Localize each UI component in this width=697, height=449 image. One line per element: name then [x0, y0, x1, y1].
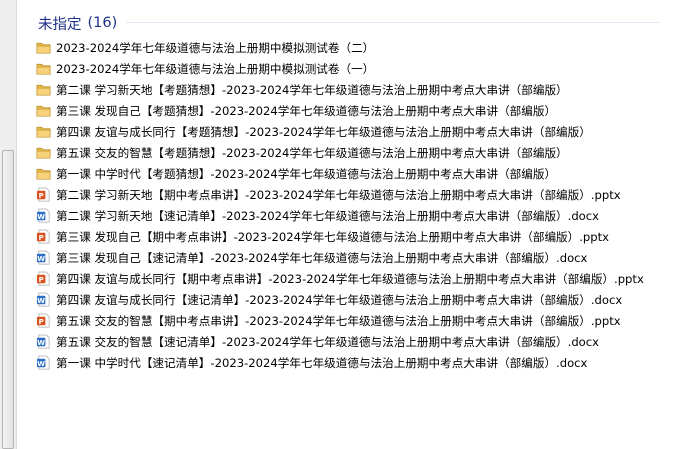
- file-list-item[interactable]: 2023-2024学年七年级道德与法治上册期中模拟测试卷（一）: [36, 58, 676, 79]
- vertical-scrollbar[interactable]: [0, 0, 17, 449]
- file-name: 第二课 学习新天地【速记清单】-2023-2024学年七年级道德与法治上册期中考…: [56, 208, 600, 223]
- group-title: 未指定: [38, 16, 82, 33]
- file-list-item[interactable]: 2023-2024学年七年级道德与法治上册期中模拟测试卷（二）: [36, 37, 676, 58]
- file-name: 2023-2024学年七年级道德与法治上册期中模拟测试卷（一）: [56, 61, 375, 76]
- folder-icon: [36, 61, 51, 76]
- file-list-item[interactable]: W 第四课 友谊与成长同行【速记清单】-2023-2024学年七年级道德与法治上册…: [36, 289, 676, 310]
- svg-text:P: P: [39, 233, 44, 242]
- word-file-icon: W: [36, 355, 51, 370]
- file-list-item[interactable]: P 第三课 发现自己【期中考点串讲】-2023-2024学年七年级道德与法治上册期…: [36, 226, 676, 247]
- file-list-item[interactable]: W 第三课 发现自己【速记清单】-2023-2024学年七年级道德与法治上册期中考…: [36, 247, 676, 268]
- file-name: 第五课 交友的智慧【考题猜想】-2023-2024学年七年级道德与法治上册期中考…: [56, 145, 568, 160]
- file-name: 第五课 交友的智慧【速记清单】-2023-2024学年七年级道德与法治上册期中考…: [56, 334, 600, 349]
- file-name: 第二课 学习新天地【期中考点串讲】-2023-2024学年七年级道德与法治上册期…: [56, 187, 621, 202]
- group-divider: [126, 22, 660, 23]
- file-list: 2023-2024学年七年级道德与法治上册期中模拟测试卷（二） 2023-2024…: [36, 37, 676, 373]
- folder-icon: [36, 103, 51, 118]
- svg-text:W: W: [37, 254, 45, 263]
- svg-text:W: W: [37, 296, 45, 305]
- file-list-item[interactable]: 第二课 学习新天地【考题猜想】-2023-2024学年七年级道德与法治上册期中考…: [36, 79, 676, 100]
- svg-text:P: P: [39, 191, 44, 200]
- powerpoint-file-icon: P: [36, 187, 51, 202]
- file-list-item[interactable]: P 第二课 学习新天地【期中考点串讲】-2023-2024学年七年级道德与法治上册…: [36, 184, 676, 205]
- file-list-item[interactable]: 第四课 友谊与成长同行【考题猜想】-2023-2024学年七年级道德与法治上册期…: [36, 121, 676, 142]
- file-list-item[interactable]: P 第四课 友谊与成长同行【期中考点串讲】-2023-2024学年七年级道德与法治…: [36, 268, 676, 289]
- file-name: 第四课 友谊与成长同行【考题猜想】-2023-2024学年七年级道德与法治上册期…: [56, 124, 591, 139]
- folder-icon: [36, 145, 51, 160]
- folder-icon: [36, 40, 51, 55]
- svg-text:P: P: [39, 275, 44, 284]
- file-list-item[interactable]: W 第五课 交友的智慧【速记清单】-2023-2024学年七年级道德与法治上册期中…: [36, 331, 676, 352]
- powerpoint-file-icon: P: [36, 313, 51, 328]
- file-name: 第一课 中学时代【速记清单】-2023-2024学年七年级道德与法治上册期中考点…: [56, 355, 588, 370]
- word-file-icon: W: [36, 208, 51, 223]
- svg-text:W: W: [37, 338, 45, 347]
- group-header[interactable]: 未指定 (16): [38, 12, 117, 34]
- folder-icon: [36, 82, 51, 97]
- group-count: (16): [87, 15, 118, 31]
- file-name: 第二课 学习新天地【考题猜想】-2023-2024学年七年级道德与法治上册期中考…: [56, 82, 568, 97]
- file-name: 第一课 中学时代【考题猜想】-2023-2024学年七年级道德与法治上册期中考点…: [56, 166, 557, 181]
- file-name: 2023-2024学年七年级道德与法治上册期中模拟测试卷（二）: [56, 40, 375, 55]
- file-list-item[interactable]: 第一课 中学时代【考题猜想】-2023-2024学年七年级道德与法治上册期中考点…: [36, 163, 676, 184]
- svg-text:P: P: [39, 317, 44, 326]
- file-list-item[interactable]: W 第二课 学习新天地【速记清单】-2023-2024学年七年级道德与法治上册期中…: [36, 205, 676, 226]
- file-name: 第三课 发现自己【期中考点串讲】-2023-2024学年七年级道德与法治上册期中…: [56, 229, 610, 244]
- file-list-item[interactable]: 第三课 发现自己【考题猜想】-2023-2024学年七年级道德与法治上册期中考点…: [36, 100, 676, 121]
- file-list-item[interactable]: W 第一课 中学时代【速记清单】-2023-2024学年七年级道德与法治上册期中考…: [36, 352, 676, 373]
- word-file-icon: W: [36, 334, 51, 349]
- file-name: 第三课 发现自己【考题猜想】-2023-2024学年七年级道德与法治上册期中考点…: [56, 103, 557, 118]
- svg-text:W: W: [37, 359, 45, 368]
- powerpoint-file-icon: P: [36, 271, 51, 286]
- file-name: 第四课 友谊与成长同行【期中考点串讲】-2023-2024学年七年级道德与法治上…: [56, 271, 644, 286]
- file-name: 第三课 发现自己【速记清单】-2023-2024学年七年级道德与法治上册期中考点…: [56, 250, 588, 265]
- file-name: 第五课 交友的智慧【期中考点串讲】-2023-2024学年七年级道德与法治上册期…: [56, 313, 621, 328]
- svg-text:W: W: [37, 212, 45, 221]
- word-file-icon: W: [36, 250, 51, 265]
- folder-icon: [36, 124, 51, 139]
- file-list-item[interactable]: 第五课 交友的智慧【考题猜想】-2023-2024学年七年级道德与法治上册期中考…: [36, 142, 676, 163]
- folder-icon: [36, 166, 51, 181]
- file-list-item[interactable]: P 第五课 交友的智慧【期中考点串讲】-2023-2024学年七年级道德与法治上册…: [36, 310, 676, 331]
- scrollbar-thumb[interactable]: [2, 150, 14, 449]
- word-file-icon: W: [36, 292, 51, 307]
- file-name: 第四课 友谊与成长同行【速记清单】-2023-2024学年七年级道德与法治上册期…: [56, 292, 623, 307]
- powerpoint-file-icon: P: [36, 229, 51, 244]
